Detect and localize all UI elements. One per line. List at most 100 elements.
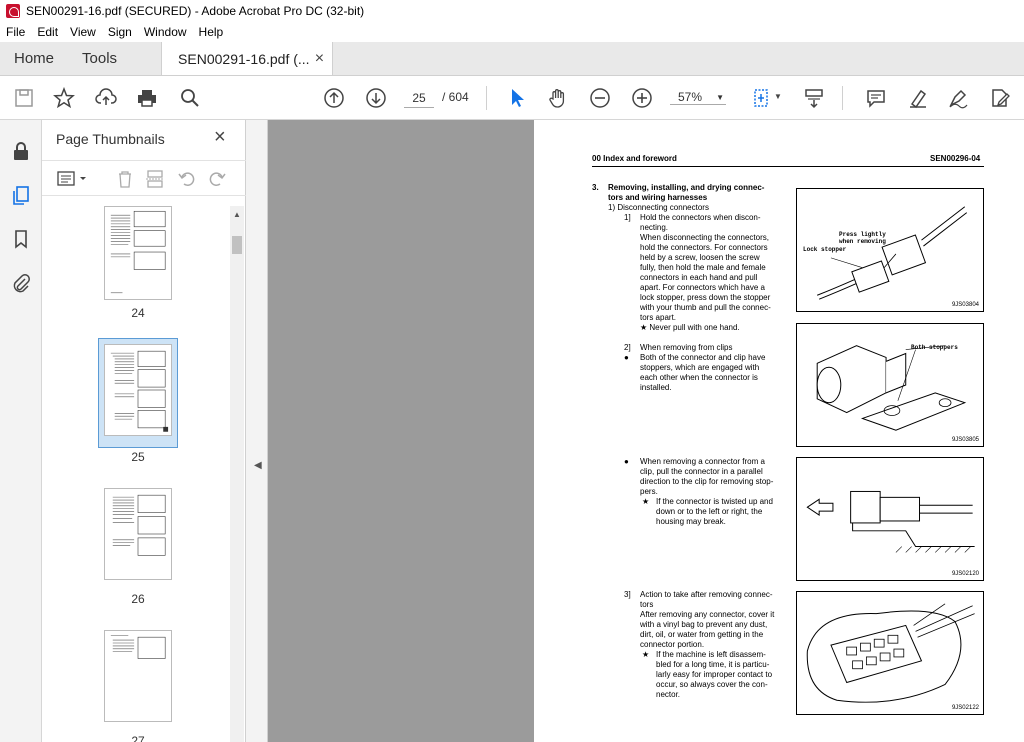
edit-document-icon bbox=[992, 89, 1010, 107]
figure-label: Lock stopper bbox=[803, 246, 847, 253]
page-thumbnails-button[interactable] bbox=[10, 184, 32, 206]
thumbnail-page-27[interactable] bbox=[104, 630, 172, 722]
figure-code: 9JS03804 bbox=[951, 302, 979, 308]
figure-code: 9JS02122 bbox=[951, 705, 979, 711]
section-title-line2: tors and wiring harnesses bbox=[608, 193, 708, 202]
scroll-mode-button[interactable] bbox=[802, 86, 826, 110]
plus-circle-icon bbox=[632, 88, 652, 108]
menu-edit[interactable]: Edit bbox=[31, 25, 64, 39]
zoom-level-value: 57% bbox=[678, 90, 703, 104]
menu-help[interactable]: Help bbox=[193, 25, 230, 39]
rotate-right-button[interactable] bbox=[206, 169, 228, 189]
step2-text: Both of the connector and clip have stopp… bbox=[640, 353, 766, 392]
thumbnail-scrollbar[interactable]: ▲ bbox=[230, 206, 244, 742]
thumbnail-toolbar bbox=[42, 160, 246, 196]
print-button[interactable] bbox=[135, 86, 159, 110]
main-toolbar: / 604 57% ▼ ▼ bbox=[0, 76, 1024, 120]
attachments-button[interactable] bbox=[10, 272, 32, 294]
sign-button[interactable] bbox=[946, 86, 970, 110]
clip-illustration bbox=[816, 345, 967, 431]
figure-vinyl-bag: 9JS02122 bbox=[796, 591, 984, 715]
zoom-level-dropdown[interactable]: 57% ▼ bbox=[670, 90, 726, 105]
figure-connector-disconnect: Press lightly when removing Lock stopper… bbox=[796, 188, 984, 312]
menu-sign[interactable]: Sign bbox=[102, 25, 138, 39]
toolbar-divider bbox=[842, 86, 843, 110]
tab-tools[interactable]: Tools bbox=[68, 42, 131, 75]
bookmarks-button[interactable] bbox=[10, 228, 32, 250]
paperclip-icon bbox=[13, 274, 30, 293]
cloud-upload-icon bbox=[95, 88, 117, 105]
page-preview bbox=[112, 494, 166, 556]
select-tool-button[interactable] bbox=[506, 86, 530, 110]
rotate-left-icon bbox=[178, 172, 195, 186]
collapse-panel-icon[interactable]: ◀ bbox=[254, 460, 262, 471]
scroll-up-icon[interactable]: ▲ bbox=[233, 210, 241, 219]
chevron-down-icon[interactable]: ▼ bbox=[774, 92, 782, 101]
previous-page-button[interactable] bbox=[322, 86, 346, 110]
bullet-icon: ● bbox=[624, 457, 629, 466]
page-preview bbox=[110, 210, 166, 294]
parallel-pull-illustration bbox=[806, 490, 975, 553]
zoom-out-button[interactable] bbox=[588, 86, 612, 110]
page-number-input[interactable] bbox=[404, 88, 434, 108]
save-icon bbox=[15, 89, 33, 107]
menu-file[interactable]: File bbox=[0, 25, 31, 39]
upload-cloud-button[interactable] bbox=[94, 86, 118, 110]
arrow-down-circle-icon bbox=[366, 88, 386, 108]
minus-circle-icon bbox=[590, 88, 610, 108]
thumbnail-label-26: 26 bbox=[131, 592, 145, 606]
save-button[interactable] bbox=[12, 86, 36, 110]
page-thumbnails-panel: Page Thumbnails × 24 25 26 27 ▲ bbox=[42, 120, 246, 742]
close-icon[interactable]: × bbox=[214, 126, 226, 149]
hand-tool-button[interactable] bbox=[546, 86, 570, 110]
menu-window[interactable]: Window bbox=[138, 25, 193, 39]
security-lock-button[interactable] bbox=[10, 140, 32, 162]
star-icon: ★ bbox=[642, 650, 650, 659]
edit-pdf-button[interactable] bbox=[988, 86, 1012, 110]
window-title-bar: SEN00291-16.pdf (SECURED) - Adobe Acroba… bbox=[0, 0, 1024, 22]
thumbnail-page-26[interactable] bbox=[104, 488, 172, 580]
zoom-in-button[interactable] bbox=[630, 86, 654, 110]
thumbnail-label-24: 24 bbox=[131, 306, 145, 320]
scroll-mode-icon bbox=[805, 89, 823, 109]
step2b-text: When removing a connector from a clip, pu… bbox=[640, 457, 774, 496]
fountain-pen-icon bbox=[949, 89, 968, 109]
menu-view[interactable]: View bbox=[64, 25, 102, 39]
page-total: / 604 bbox=[442, 90, 469, 104]
next-page-button[interactable] bbox=[364, 86, 388, 110]
vinyl-bag-illustration bbox=[806, 603, 975, 703]
extract-icon bbox=[146, 170, 164, 188]
thumbnail-page-24[interactable] bbox=[104, 206, 172, 300]
figure-parallel-pull: 9JS02120 bbox=[796, 457, 984, 581]
printer-icon bbox=[138, 90, 156, 107]
toolbar-divider bbox=[486, 86, 487, 110]
figure-code: 9JS02120 bbox=[951, 571, 979, 577]
bookmark-star-button[interactable] bbox=[52, 86, 76, 110]
comment-button[interactable] bbox=[864, 86, 888, 110]
scrollbar-thumb[interactable] bbox=[232, 236, 242, 254]
panel-title: Page Thumbnails bbox=[56, 131, 165, 147]
tab-close-icon[interactable]: × bbox=[315, 50, 324, 68]
extract-pages-button[interactable] bbox=[144, 169, 166, 189]
thumbnail-label-25: 25 bbox=[131, 450, 145, 464]
thumbnail-label-27: 27 bbox=[131, 734, 145, 742]
pdf-page: 00 Index and foreword SEN00296-04 3. Rem… bbox=[534, 120, 1024, 742]
step-number: 2] bbox=[624, 343, 631, 352]
thumbnail-options-button[interactable] bbox=[56, 169, 90, 189]
step3-note: If the machine is left disassem-bled for… bbox=[656, 650, 773, 699]
page-header-left: 00 Index and foreword bbox=[592, 154, 677, 163]
acrobat-logo-icon bbox=[6, 4, 20, 18]
star-icon: ★ bbox=[642, 497, 650, 506]
page-fit-button[interactable] bbox=[750, 86, 774, 110]
lock-icon bbox=[14, 142, 28, 160]
tab-home[interactable]: Home bbox=[0, 42, 68, 75]
window-title: SEN00291-16.pdf (SECURED) - Adobe Acroba… bbox=[26, 4, 365, 18]
find-button[interactable] bbox=[178, 86, 202, 110]
tab-document[interactable]: SEN00291-16.pdf (... × bbox=[161, 42, 334, 75]
thumbnail-page-25[interactable] bbox=[104, 344, 172, 436]
rotate-left-button[interactable] bbox=[176, 169, 198, 189]
highlight-button[interactable] bbox=[906, 86, 930, 110]
left-navigation-rail bbox=[0, 120, 42, 742]
delete-pages-button[interactable] bbox=[114, 169, 136, 189]
menu-bar: File Edit View Sign Window Help bbox=[0, 22, 1024, 42]
